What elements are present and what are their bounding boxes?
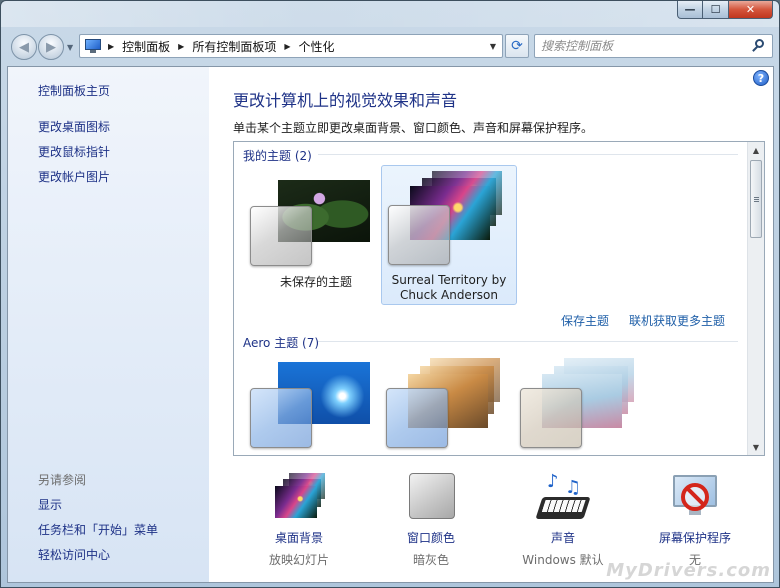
- change-mouse-pointers-link[interactable]: 更改鼠标指针: [38, 143, 110, 160]
- sounds-setting[interactable]: ♪ ♫ 声音 Windows 默认: [497, 465, 629, 567]
- no-sign-icon: [681, 483, 709, 511]
- group-divider: [318, 154, 738, 155]
- theme-surreal-territory[interactable]: Surreal Territory by Chuck Anderson: [381, 165, 517, 305]
- page-title: 更改计算机上的视觉效果和声音: [233, 91, 458, 110]
- theme-list: 我的主题 (2) 未保存的主题 Surreal Territory by Chu…: [233, 141, 765, 456]
- back-arrow-icon: ◀: [19, 39, 29, 55]
- window-color-value: 暗灰色: [412, 553, 449, 567]
- refresh-icon: ⟳: [511, 38, 523, 54]
- scroll-down-icon[interactable]: ▼: [748, 439, 764, 455]
- client-area: 控制面板主页 更改桌面图标 更改鼠标指针 更改帐户图片 另请参阅 显示 任务栏和…: [7, 66, 774, 583]
- recent-pages-dropdown[interactable]: ▼: [67, 43, 73, 52]
- see-also-heading: 另请参阅: [38, 473, 87, 487]
- theme-name-line-1: Surreal Territory by: [391, 273, 507, 287]
- refresh-button[interactable]: ⟳: [505, 34, 529, 58]
- window-color-icon: [407, 473, 455, 519]
- minimize-button[interactable]: —: [677, 1, 703, 19]
- control-panel-window: — ☐ ✕ ◀ ▶ ▼ ▶ 控制面板 ▶ 所有控制面板项 ▶ 个性化 ▼ ⟳ 控…: [0, 0, 780, 588]
- get-more-themes-online-link[interactable]: 联机获取更多主题: [629, 312, 725, 329]
- title-bar: [1, 1, 779, 27]
- theme-window-color-preview: [250, 388, 312, 448]
- group-divider: [318, 341, 738, 342]
- forward-button[interactable]: ▶: [38, 34, 64, 60]
- breadcrumb-arrow-icon[interactable]: ▶: [108, 42, 114, 51]
- change-desktop-icons-link[interactable]: 更改桌面图标: [38, 118, 110, 135]
- task-pane: 控制面板主页 更改桌面图标 更改鼠标指针 更改帐户图片 另请参阅 显示 任务栏和…: [8, 67, 209, 582]
- address-bar[interactable]: ▶ 控制面板 ▶ 所有控制面板项 ▶ 个性化 ▼: [79, 34, 503, 58]
- close-button[interactable]: ✕: [729, 1, 773, 19]
- theme-window-color-preview: [520, 388, 582, 448]
- page-description: 单击某个主题立即更改桌面背景、窗口颜色、声音和屏幕保护程序。: [233, 121, 594, 135]
- scrollbar-thumb[interactable]: [750, 160, 762, 238]
- theme-window-color-preview: [386, 388, 448, 448]
- screen-saver-setting[interactable]: 屏幕保护程序 无: [629, 465, 761, 567]
- desktop-background-label[interactable]: 桌面背景: [233, 529, 365, 546]
- theme-name: 未保存的主题: [279, 275, 352, 289]
- screen-saver-icon: [671, 473, 719, 519]
- navigation-bar: ◀ ▶ ▼ ▶ 控制面板 ▶ 所有控制面板项 ▶ 个性化 ▼ ⟳: [7, 31, 773, 61]
- my-themes-heading: 我的主题 (2): [243, 149, 312, 163]
- search-box[interactable]: [534, 34, 773, 58]
- aero-themes-heading: Aero 主题 (7): [243, 336, 320, 350]
- control-panel-home-link[interactable]: 控制面板主页: [38, 82, 110, 99]
- window-color-setting[interactable]: 窗口颜色 暗灰色: [365, 465, 497, 567]
- theme-aero-nature[interactable]: [516, 358, 652, 455]
- desktop-background-setting[interactable]: 桌面背景 放映幻灯片: [233, 465, 365, 567]
- breadcrumb-control-panel[interactable]: 控制面板: [120, 38, 172, 55]
- change-account-picture-link[interactable]: 更改帐户图片: [38, 168, 110, 185]
- sounds-label[interactable]: 声音: [497, 529, 629, 546]
- breadcrumb-arrow-icon[interactable]: ▶: [178, 42, 184, 51]
- main-content: ? 更改计算机上的视觉效果和声音 单击某个主题立即更改桌面背景、窗口颜色、声音和…: [209, 67, 773, 582]
- caption-buttons: — ☐ ✕: [677, 1, 773, 19]
- theme-window-color-preview: [388, 205, 450, 265]
- window-color-label[interactable]: 窗口颜色: [365, 529, 497, 546]
- back-button[interactable]: ◀: [11, 34, 37, 60]
- breadcrumb-arrow-icon[interactable]: ▶: [284, 42, 290, 51]
- search-icon[interactable]: [752, 39, 766, 53]
- breadcrumb-all-items[interactable]: 所有控制面板项: [190, 38, 278, 55]
- address-history-dropdown[interactable]: ▼: [490, 42, 496, 51]
- breadcrumb-personalization[interactable]: 个性化: [297, 38, 337, 55]
- ease-of-access-link[interactable]: 轻松访问中心: [38, 546, 110, 563]
- sounds-icon: ♪ ♫: [535, 471, 591, 519]
- maximize-button[interactable]: ☐: [703, 1, 729, 19]
- watermark-logo: MyDrivers.com: [606, 560, 771, 581]
- search-input[interactable]: [541, 35, 746, 57]
- help-icon[interactable]: ?: [753, 70, 769, 86]
- taskbar-start-menu-link[interactable]: 任务栏和「开始」菜单: [38, 521, 158, 538]
- save-theme-link[interactable]: 保存主题: [561, 312, 609, 329]
- desktop-background-icon: [275, 473, 325, 519]
- forward-arrow-icon: ▶: [46, 39, 56, 55]
- screen-saver-label[interactable]: 屏幕保护程序: [629, 529, 761, 546]
- theme-name-line-2: Chuck Anderson: [400, 288, 498, 302]
- theme-aero-windows7[interactable]: [248, 358, 384, 455]
- theme-list-scrollbar[interactable]: ▲ ▼: [747, 142, 764, 455]
- control-panel-icon: [84, 39, 102, 53]
- theme-window-color-preview: [250, 206, 312, 266]
- scroll-up-icon[interactable]: ▲: [748, 142, 764, 158]
- desktop-background-value: 放映幻灯片: [268, 553, 329, 567]
- theme-aero-architecture[interactable]: [382, 358, 518, 455]
- theme-unsaved[interactable]: 未保存的主题: [248, 170, 384, 310]
- display-link[interactable]: 显示: [38, 496, 62, 513]
